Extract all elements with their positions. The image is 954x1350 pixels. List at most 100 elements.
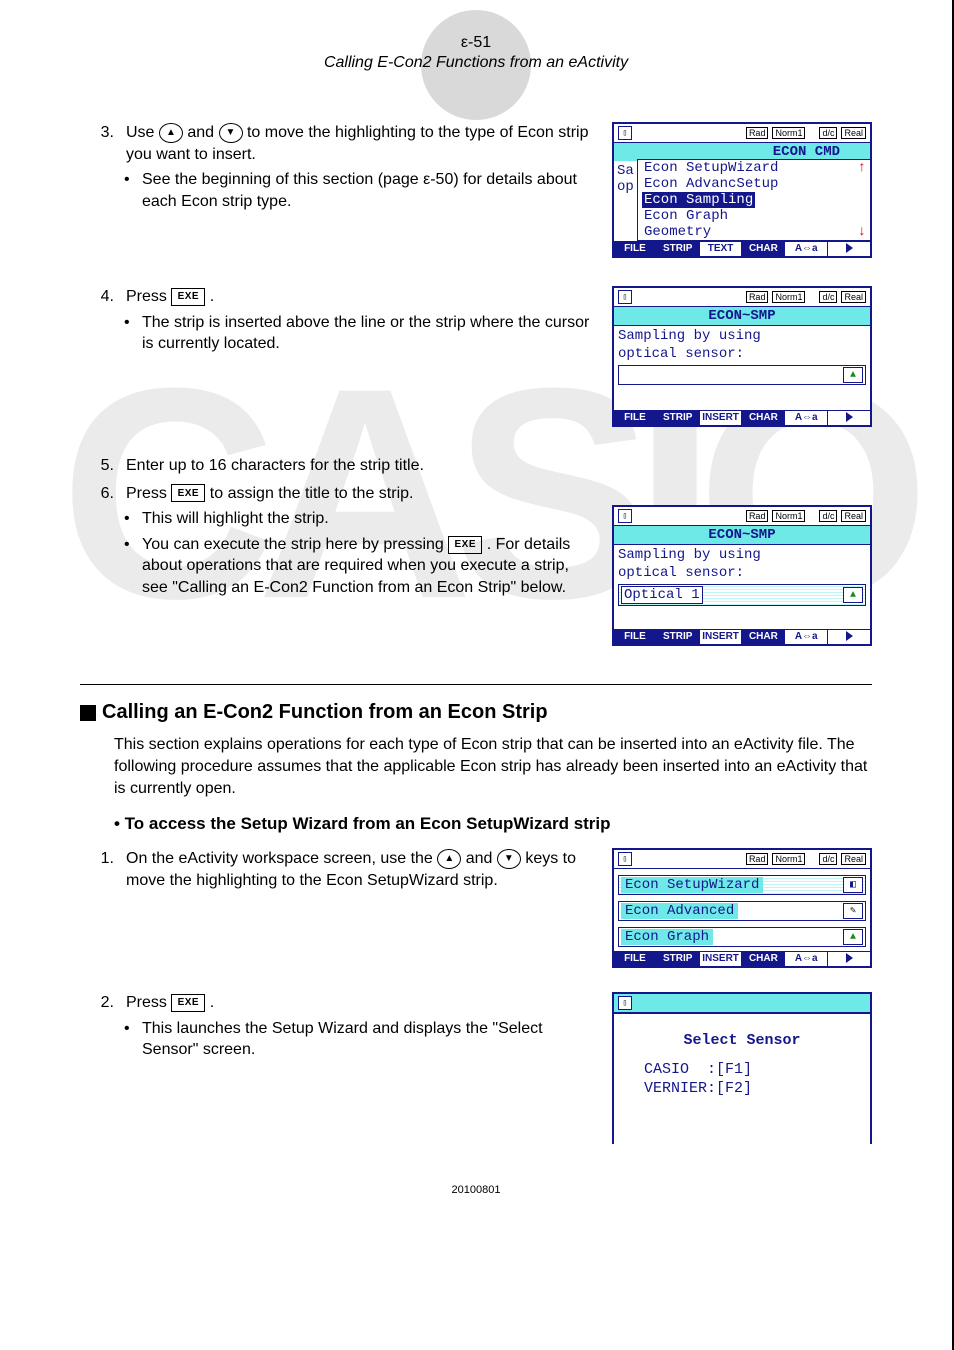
fkey-char[interactable]: CHAR	[742, 242, 785, 256]
fkey-file[interactable]: FILE	[614, 411, 657, 425]
battery-icon: ▯	[618, 290, 632, 304]
exe-key-icon: EXE	[171, 484, 205, 502]
status-tag: d/c	[819, 853, 837, 865]
bullet-icon: •	[124, 1018, 134, 1061]
screen-text-line: Sampling by using	[618, 547, 866, 565]
status-tag: Rad	[746, 510, 769, 522]
fkey-more[interactable]	[828, 630, 870, 644]
step-4-bullet: The strip is inserted above the line or …	[142, 312, 592, 355]
strip-title-label: Optical 1	[621, 586, 703, 604]
fkey-alpha[interactable]: A⇔a	[785, 411, 828, 425]
strip-label: Econ Graph	[621, 929, 713, 945]
scroll-up-arrow-icon[interactable]: ↑	[858, 160, 866, 176]
status-tag: d/c	[819, 127, 837, 139]
step-3-number: 3.	[80, 122, 114, 165]
sec2-step-2-number: 2.	[80, 992, 114, 1014]
sec2-step-1-number: 1.	[80, 848, 114, 891]
select-sensor-dialog: Select Sensor CASIO :[F1] VERNIER:[F2]	[614, 1014, 870, 1144]
fkey-char[interactable]: CHAR	[742, 411, 785, 425]
sampling-strip-icon: ▲	[843, 367, 863, 383]
step-3-bullet: See the beginning of this section (page …	[142, 169, 592, 212]
more-arrow-icon	[846, 953, 853, 963]
strip-advanced[interactable]: Econ Advanced ✎	[618, 901, 866, 921]
dialog-title: Select Sensor	[618, 1032, 866, 1049]
step-6-bullet1: This will highlight the strip.	[142, 508, 329, 530]
up-key-icon: ▲	[437, 849, 461, 869]
sub-heading: • To access the Setup Wizard from an Eco…	[80, 814, 872, 834]
fkey-strip[interactable]: STRIP	[657, 952, 700, 966]
fkey-insert[interactable]: INSERT	[700, 952, 743, 966]
screen-text-line: Sampling by using	[618, 328, 866, 346]
fkey-strip[interactable]: STRIP	[657, 630, 700, 644]
more-arrow-icon	[846, 243, 853, 253]
strip-input-empty[interactable]: ▲	[618, 365, 866, 385]
exe-key-icon: EXE	[448, 536, 482, 554]
step-3-text: Use ▲ and ▼ to move the highlighting to …	[120, 122, 592, 165]
popup-item[interactable]: Econ Graph	[642, 208, 730, 224]
sec2-step-2-bullet: This launches the Setup Wizard and displ…	[142, 1018, 592, 1061]
bullet-icon: •	[124, 169, 134, 212]
fkey-char[interactable]: CHAR	[742, 630, 785, 644]
exe-key-icon: EXE	[171, 994, 205, 1012]
scroll-down-arrow-icon[interactable]: ↓	[858, 224, 866, 240]
step-5-number: 5.	[80, 455, 114, 477]
step-6-number: 6.	[80, 483, 114, 505]
fkey-more[interactable]	[828, 411, 870, 425]
page-chapter-title: Calling E-Con2 Functions from an eActivi…	[80, 54, 872, 72]
screen-text-line: optical sensor:	[618, 346, 866, 364]
screen-econ-strips: ▯ Rad Norm1 d/c Real Econ SetupWizard ◧	[612, 848, 872, 968]
page-number: ε-51	[80, 30, 872, 52]
popup-item[interactable]: Econ SetupWizard	[642, 160, 780, 176]
status-tag: Real	[841, 291, 866, 303]
status-tag: Real	[841, 127, 866, 139]
strip-setupwizard-selected[interactable]: Econ SetupWizard ◧	[618, 875, 866, 895]
down-key-icon: ▼	[219, 123, 243, 143]
status-tag: Rad	[746, 291, 769, 303]
popup-item-selected[interactable]: Econ Sampling	[642, 192, 755, 208]
fkey-more[interactable]	[828, 952, 870, 966]
step-4-number: 4.	[80, 286, 114, 308]
fkey-file[interactable]: FILE	[614, 952, 657, 966]
dialog-option-casio[interactable]: CASIO :[F1]	[618, 1061, 866, 1080]
fkey-insert[interactable]: INSERT	[700, 630, 743, 644]
status-tag: d/c	[819, 510, 837, 522]
fkey-strip[interactable]: STRIP	[657, 242, 700, 256]
status-tag: Norm1	[772, 127, 805, 139]
status-tag: Real	[841, 510, 866, 522]
status-tag: Rad	[746, 127, 769, 139]
fkey-file[interactable]: FILE	[614, 630, 657, 644]
fkey-strip[interactable]: STRIP	[657, 411, 700, 425]
battery-icon: ▯	[618, 126, 632, 140]
status-tag: Norm1	[772, 291, 805, 303]
bullet-icon: •	[124, 508, 134, 530]
fkey-file[interactable]: FILE	[614, 242, 657, 256]
wizard-strip-icon: ◧	[843, 877, 863, 893]
screen-strip-inserted: ▯ Rad Norm1 d/c Real ECON~SMP Sampling b…	[612, 286, 872, 427]
screen-menu-popup: ▯ Rad Norm1 d/c Real ECON CMD Sa	[612, 122, 872, 258]
section-intro-text: This section explains operations for eac…	[80, 734, 872, 800]
fkey-alpha[interactable]: A⇔a	[785, 630, 828, 644]
advanced-strip-icon: ✎	[843, 903, 863, 919]
strip-optical-selected[interactable]: Optical 1 ▲	[618, 584, 866, 606]
strip-graph[interactable]: Econ Graph ▲	[618, 927, 866, 947]
popup-item[interactable]: Econ AdvancSetup	[642, 176, 780, 192]
popup-item[interactable]: Geometry	[642, 224, 713, 240]
fkey-text[interactable]: TEXT	[700, 242, 743, 256]
step-4-text: Press EXE .	[120, 286, 592, 308]
screen-doc-title: ECON~SMP	[614, 307, 870, 326]
footer-code: 20100801	[80, 1184, 872, 1196]
strip-label: Econ Advanced	[621, 903, 738, 919]
status-tag: Real	[841, 853, 866, 865]
step-6-bullet2: You can execute the strip here by pressi…	[142, 534, 592, 599]
graph-strip-icon: ▲	[843, 929, 863, 945]
fkey-more[interactable]	[828, 242, 870, 256]
step-5-text: Enter up to 16 characters for the strip …	[120, 455, 592, 477]
fkey-alpha[interactable]: A⇔a	[785, 242, 828, 256]
battery-icon: ▯	[618, 509, 632, 523]
dialog-option-vernier[interactable]: VERNIER:[F2]	[618, 1080, 866, 1099]
fkey-char[interactable]: CHAR	[742, 952, 785, 966]
fkey-insert[interactable]: INSERT	[700, 411, 743, 425]
status-tag: d/c	[819, 291, 837, 303]
fkey-alpha[interactable]: A⇔a	[785, 952, 828, 966]
sec2-step-2-text: Press EXE .	[120, 992, 592, 1014]
